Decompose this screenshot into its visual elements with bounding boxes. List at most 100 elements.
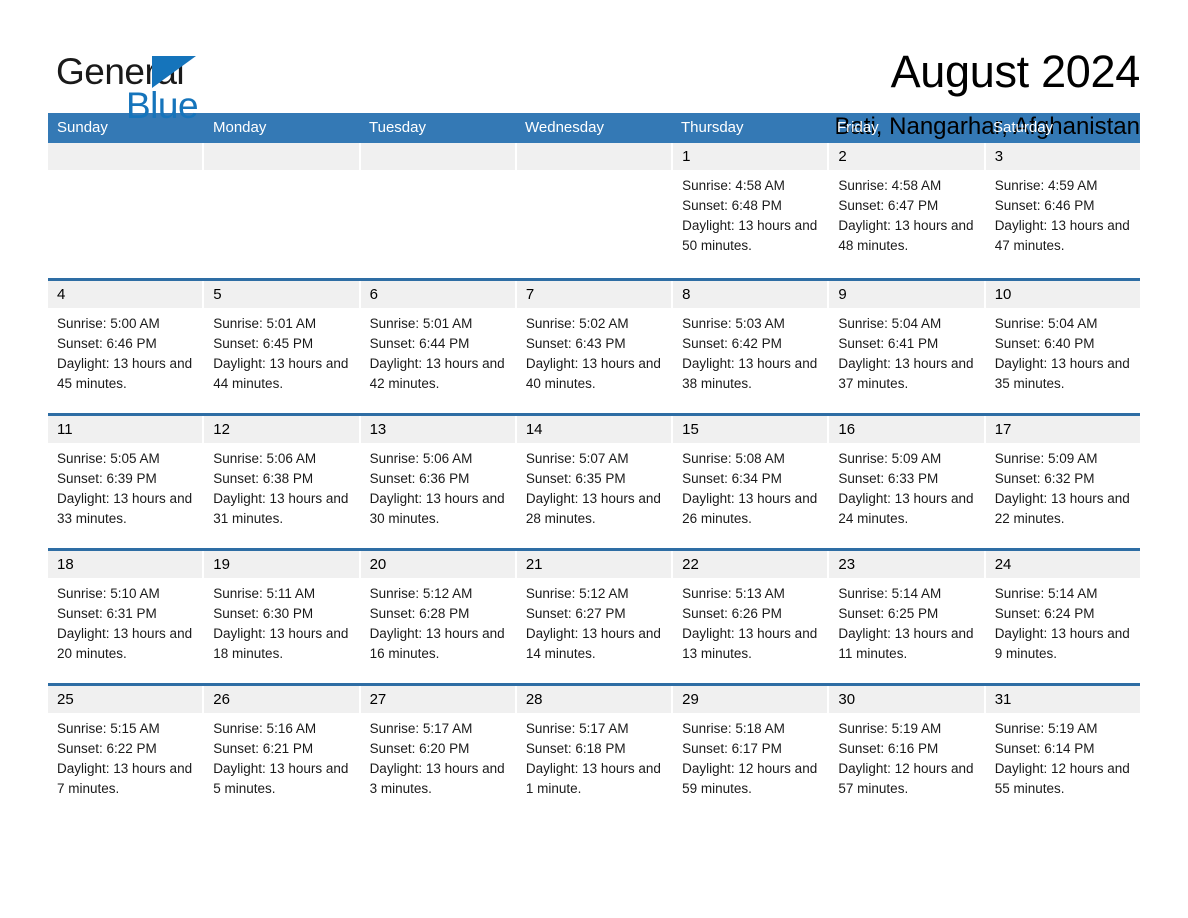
day-cell[interactable]: 10 Sunrise: 5:04 AM Sunset: 6:40 PM Dayligh… <box>985 281 1140 413</box>
sunrise-text: Sunrise: 5:07 AM <box>525 451 629 466</box>
day-number <box>48 143 203 170</box>
day-details: Sunrise: 5:11 AM Sunset: 6:30 PM Daylight:… <box>204 578 358 664</box>
day-details: Sunrise: 5:09 AM Sunset: 6:32 PM Daylight:… <box>986 443 1140 529</box>
sunset-text: Sunset: 6:22 PM <box>57 741 157 756</box>
day-cell[interactable]: 19 Sunrise: 5:11 AM Sunset: 6:30 PM Dayligh… <box>204 551 361 683</box>
sunset-text: Sunset: 6:45 PM <box>213 336 314 351</box>
day-cell[interactable]: 23 Sunrise: 5:14 AM Sunset: 6:25 PM Dayligh… <box>829 551 986 683</box>
day-cell[interactable]: 9 Sunrise: 5:04 AM Sunset: 6:41 PM Daylight… <box>829 281 986 413</box>
day-details: Sunrise: 5:19 AM Sunset: 6:14 PM Daylight:… <box>986 713 1140 799</box>
calendar-page: General Blue August 2024 Bati, Nangarhar… <box>0 0 1188 918</box>
sunset-text: Sunset: 6:43 PM <box>525 336 626 351</box>
sunrise-text: Sunrise: 4:58 AM <box>682 178 785 193</box>
day-number: 12 <box>204 416 359 443</box>
day-cell[interactable]: 20 Sunrise: 5:12 AM Sunset: 6:28 PM Dayligh… <box>360 551 517 683</box>
day-number: 14 <box>516 416 672 443</box>
day-cell[interactable]: 8 Sunrise: 5:03 AM Sunset: 6:42 PM Daylight… <box>673 281 830 413</box>
day-number: 1 <box>673 143 828 170</box>
day-cell[interactable]: 2 Sunrise: 4:58 AM Sunset: 6:47 PM Daylight… <box>829 143 986 278</box>
day-details: Sunrise: 5:17 AM Sunset: 6:20 PM Daylight:… <box>361 713 515 799</box>
day-details: Sunrise: 5:04 AM Sunset: 6:41 PM Daylight:… <box>829 308 983 394</box>
day-details: Sunrise: 5:06 AM Sunset: 6:36 PM Daylight:… <box>361 443 515 529</box>
sunset-text: Sunset: 6:16 PM <box>838 741 939 756</box>
day-cell[interactable]: 28 Sunrise: 5:17 AM Sunset: 6:18 PM Dayligh… <box>516 686 674 818</box>
logo-text-blue: Blue <box>126 85 199 126</box>
sunrise-text: Sunrise: 5:03 AM <box>682 316 785 331</box>
day-cell[interactable]: 1 Sunrise: 4:58 AM Sunset: 6:48 PM Daylight… <box>673 143 830 278</box>
day-cell[interactable]: 13 Sunrise: 5:06 AM Sunset: 6:36 PM Dayligh… <box>360 416 517 548</box>
day-cell[interactable]: 29 Sunrise: 5:18 AM Sunset: 6:17 PM Dayligh… <box>673 686 830 818</box>
sunrise-text: Sunrise: 5:17 AM <box>525 721 629 736</box>
day-cell[interactable]: 17 Sunrise: 5:09 AM Sunset: 6:32 PM Dayligh… <box>985 416 1140 548</box>
day-cell[interactable]: 15 Sunrise: 5:08 AM Sunset: 6:34 PM Dayligh… <box>673 416 830 548</box>
daylight-text: Daylight: 13 hours and 42 minutes. <box>369 356 505 391</box>
sunrise-text: Sunrise: 5:13 AM <box>682 586 785 601</box>
daylight-text: Daylight: 13 hours and 16 minutes. <box>369 626 505 661</box>
day-cell[interactable]: 30 Sunrise: 5:19 AM Sunset: 6:16 PM Dayligh… <box>829 686 986 818</box>
day-cell[interactable]: 3 Sunrise: 4:59 AM Sunset: 6:46 PM Daylight… <box>985 143 1140 278</box>
day-cell[interactable]: 27 Sunrise: 5:17 AM Sunset: 6:20 PM Dayligh… <box>360 686 517 818</box>
day-number: 19 <box>204 551 359 578</box>
daylight-text: Daylight: 13 hours and 18 minutes. <box>213 626 349 661</box>
day-number <box>516 143 672 170</box>
day-cell[interactable]: 6 Sunrise: 5:01 AM Sunset: 6:44 PM Daylight… <box>360 281 517 413</box>
day-cell[interactable]: 7 Sunrise: 5:02 AM Sunset: 6:43 PM Daylight… <box>516 281 674 413</box>
daylight-text: Daylight: 12 hours and 57 minutes. <box>838 761 974 796</box>
day-cell[interactable]: 31 Sunrise: 5:19 AM Sunset: 6:14 PM Dayligh… <box>985 686 1140 818</box>
day-details: Sunrise: 5:10 AM Sunset: 6:31 PM Daylight:… <box>48 578 202 664</box>
day-cell[interactable]: 4 Sunrise: 5:00 AM Sunset: 6:46 PM Daylight… <box>48 281 205 413</box>
day-details: Sunrise: 5:07 AM Sunset: 6:35 PM Daylight:… <box>517 443 671 529</box>
day-cell[interactable]: 21 Sunrise: 5:12 AM Sunset: 6:27 PM Dayligh… <box>516 551 674 683</box>
daylight-text: Daylight: 13 hours and 13 minutes. <box>682 626 818 661</box>
day-details: Sunrise: 5:16 AM Sunset: 6:21 PM Daylight:… <box>204 713 358 799</box>
sunset-text: Sunset: 6:20 PM <box>369 741 470 756</box>
day-details: Sunrise: 4:58 AM Sunset: 6:47 PM Daylight:… <box>829 170 983 256</box>
day-cell[interactable]: 26 Sunrise: 5:16 AM Sunset: 6:21 PM Dayligh… <box>204 686 361 818</box>
daylight-text: Daylight: 13 hours and 35 minutes. <box>994 356 1130 391</box>
day-cell-empty <box>516 143 674 278</box>
sunrise-text: Sunrise: 5:04 AM <box>994 316 1098 331</box>
daylight-text: Daylight: 13 hours and 28 minutes. <box>525 491 661 526</box>
day-cell-empty <box>204 143 361 278</box>
day-details: Sunrise: 5:05 AM Sunset: 6:39 PM Daylight:… <box>48 443 202 529</box>
daylight-text: Daylight: 13 hours and 38 minutes. <box>682 356 818 391</box>
day-number: 18 <box>48 551 203 578</box>
daylight-text: Daylight: 13 hours and 24 minutes. <box>838 491 974 526</box>
sunset-text: Sunset: 6:25 PM <box>838 606 939 621</box>
day-number: 21 <box>516 551 672 578</box>
day-cell[interactable]: 16 Sunrise: 5:09 AM Sunset: 6:33 PM Dayligh… <box>829 416 986 548</box>
day-details: Sunrise: 5:13 AM Sunset: 6:26 PM Daylight:… <box>673 578 827 664</box>
sunset-text: Sunset: 6:17 PM <box>682 741 782 756</box>
day-cell[interactable]: 11 Sunrise: 5:05 AM Sunset: 6:39 PM Dayligh… <box>48 416 205 548</box>
day-cell[interactable]: 12 Sunrise: 5:06 AM Sunset: 6:38 PM Dayligh… <box>204 416 361 548</box>
day-number: 10 <box>985 281 1140 308</box>
sunset-text: Sunset: 6:18 PM <box>525 741 626 756</box>
day-cell[interactable]: 18 Sunrise: 5:10 AM Sunset: 6:31 PM Dayligh… <box>48 551 205 683</box>
sunrise-text: Sunrise: 5:06 AM <box>213 451 317 466</box>
day-number: 26 <box>204 686 359 713</box>
day-cell[interactable]: 24 Sunrise: 5:14 AM Sunset: 6:24 PM Dayligh… <box>985 551 1140 683</box>
sunrise-text: Sunrise: 5:01 AM <box>369 316 473 331</box>
day-cell[interactable]: 22 Sunrise: 5:13 AM Sunset: 6:26 PM Dayligh… <box>673 551 830 683</box>
daylight-text: Daylight: 13 hours and 37 minutes. <box>838 356 974 391</box>
sunset-text: Sunset: 6:26 PM <box>682 606 782 621</box>
day-number: 22 <box>673 551 828 578</box>
day-number <box>360 143 515 170</box>
day-details: Sunrise: 5:09 AM Sunset: 6:33 PM Daylight:… <box>829 443 983 529</box>
daylight-text: Daylight: 13 hours and 33 minutes. <box>57 491 193 526</box>
sunrise-text: Sunrise: 5:00 AM <box>57 316 160 331</box>
day-cell[interactable]: 14 Sunrise: 5:07 AM Sunset: 6:35 PM Dayligh… <box>516 416 674 548</box>
weekday-header-wednesday: Wednesday <box>525 119 604 136</box>
generalblue-logo[interactable]: General Blue <box>48 44 308 130</box>
day-details: Sunrise: 5:15 AM Sunset: 6:22 PM Daylight:… <box>48 713 202 799</box>
sunset-text: Sunset: 6:40 PM <box>994 336 1095 351</box>
day-details: Sunrise: 5:00 AM Sunset: 6:46 PM Daylight:… <box>48 308 202 394</box>
day-cell[interactable]: 25 Sunrise: 5:15 AM Sunset: 6:22 PM Dayligh… <box>48 686 205 818</box>
sunrise-text: Sunrise: 5:08 AM <box>682 451 785 466</box>
day-details: Sunrise: 5:01 AM Sunset: 6:44 PM Daylight:… <box>361 308 515 394</box>
day-details: Sunrise: 5:03 AM Sunset: 6:42 PM Daylight:… <box>673 308 827 394</box>
sunrise-text: Sunrise: 5:17 AM <box>369 721 473 736</box>
daylight-text: Daylight: 13 hours and 14 minutes. <box>525 626 661 661</box>
day-cell[interactable]: 5 Sunrise: 5:01 AM Sunset: 6:45 PM Daylight… <box>204 281 361 413</box>
day-number: 8 <box>673 281 828 308</box>
